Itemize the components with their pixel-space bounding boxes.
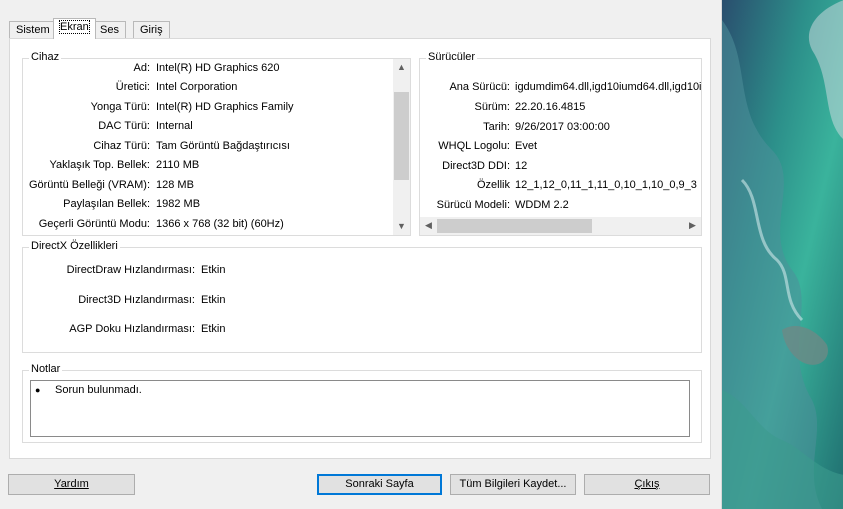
device-row-value: Internal <box>156 120 193 132</box>
tab-sistem[interactable]: Sistem <box>9 21 57 39</box>
driver-row-label: Sürücü Modeli: <box>436 199 510 211</box>
help-button-label: Yardım <box>54 478 89 490</box>
bullet-icon: ● <box>35 385 41 395</box>
tab-ekran[interactable]: Ekran <box>53 18 96 39</box>
driver-row-label: Özellik <box>476 179 510 191</box>
driver-row: Özellik 12_1,12_0,11_1,11_0,10_1,10_0,9_… <box>420 179 701 197</box>
device-row-label: DAC Türü: <box>98 120 150 132</box>
notes-group: Notlar ● Sorun bulunmadı. <box>22 363 702 443</box>
drivers-list[interactable]: Ana Sürücü: igdumdim64.dll,igd10iumd64.d… <box>420 59 701 218</box>
next-page-button-label: Sonraki Sayfa <box>345 478 414 490</box>
device-row: DAC Türü: Internal <box>23 120 393 138</box>
driver-row-label: WHQL Logolu: <box>438 140 510 152</box>
device-row-value: 128 MB <box>156 179 194 191</box>
driver-row: Direct3D DDI: 12 <box>420 160 701 178</box>
device-row: Üretici: Intel Corporation <box>23 81 393 99</box>
device-row-label: Ad: <box>133 62 150 74</box>
wallpaper-image <box>722 0 843 509</box>
device-row-label: Yonga Türü: <box>90 101 150 113</box>
device-list[interactable]: Ad: Intel(R) HD Graphics 620 Üretici: In… <box>23 59 393 235</box>
device-row-label: Üretici: <box>115 81 150 93</box>
driver-row-label: Sürüm: <box>474 101 510 113</box>
next-page-button[interactable]: Sonraki Sayfa <box>317 474 442 495</box>
directx-feature-label: Direct3D Hızlandırması: <box>78 294 195 306</box>
chevron-right-icon[interactable]: ▶ <box>684 217 701 234</box>
dxdiag-dialog: Sistem Ekran Ses Giriş Cihaz Ad: Intel(R… <box>0 0 721 509</box>
driver-row: Sürüm: 22.20.16.4815 <box>420 101 701 119</box>
device-row-label: Görüntü Belleği (VRAM): <box>28 179 150 191</box>
device-row-label: Geçerli Görüntü Modu: <box>38 218 150 230</box>
directx-feature-label: AGP Doku Hızlandırması: <box>69 323 195 335</box>
directx-feature-row: DirectDraw Hızlandırması: Etkin <box>23 264 703 282</box>
device-row-label: Cihaz Türü: <box>93 140 150 152</box>
directx-feature-value: Etkin <box>201 323 226 335</box>
driver-row: WHQL Logolu: Evet <box>420 140 701 158</box>
tab-giris[interactable]: Giriş <box>133 21 170 39</box>
directx-feature-row: Direct3D Hızlandırması: Etkin <box>23 294 703 312</box>
directx-feature-row: AGP Doku Hızlandırması: Etkin <box>23 323 703 341</box>
driver-row-value: 9/26/2017 03:00:00 <box>515 121 610 133</box>
exit-button[interactable]: Çıkış <box>584 474 710 495</box>
device-row-value: Tam Görüntü Bağdaştırıcısı <box>156 140 290 152</box>
help-button[interactable]: Yardım <box>8 474 135 495</box>
tab-giris-label: Giriş <box>140 24 163 36</box>
driver-row: Sürücü Modeli: WDDM 2.2 <box>420 199 701 217</box>
tab-sistem-label: Sistem <box>16 24 50 36</box>
device-vertical-scrollbar[interactable]: ▲ ▼ <box>393 59 410 235</box>
device-group: Cihaz Ad: Intel(R) HD Graphics 620 Üreti… <box>22 51 411 236</box>
device-row-label: Paylaşılan Bellek: <box>63 198 150 210</box>
exit-button-label: Çıkış <box>634 478 660 490</box>
driver-row-value: WDDM 2.2 <box>515 199 569 211</box>
desktop-wallpaper <box>721 0 843 509</box>
note-item: Sorun bulunmadı. <box>55 384 142 396</box>
device-row: Ad: Intel(R) HD Graphics 620 <box>23 62 393 80</box>
device-scroll-thumb[interactable] <box>394 92 409 180</box>
device-row-value: Intel Corporation <box>156 81 238 93</box>
directx-feature-label: DirectDraw Hızlandırması: <box>66 264 195 276</box>
device-row-value: 2110 MB <box>156 159 200 171</box>
device-row-value: 1366 x 768 (32 bit) (60Hz) <box>156 218 284 230</box>
directx-feature-value: Etkin <box>201 264 226 276</box>
device-row: Görüntü Belleği (VRAM): 128 MB <box>23 179 393 197</box>
driver-row: Ana Sürücü: igdumdim64.dll,igd10iumd64.d… <box>420 81 701 99</box>
notes-title: Notlar <box>29 363 63 375</box>
notes-box[interactable]: ● Sorun bulunmadı. <box>30 380 690 437</box>
directx-features-title: DirectX Özellikleri <box>29 240 120 252</box>
save-all-info-button-label: Tüm Bilgileri Kaydet... <box>459 478 567 490</box>
device-row: Cihaz Türü: Tam Görüntü Bağdaştırıcısı <box>23 140 393 158</box>
chevron-down-icon[interactable]: ▼ <box>393 218 410 235</box>
drivers-scroll-thumb[interactable] <box>437 219 592 233</box>
tab-ses[interactable]: Ses <box>93 21 126 39</box>
driver-row-value: 12_1,12_0,11_1,11_0,10_1,10_0,9_3 <box>515 179 697 191</box>
device-row: Geçerli Görüntü Modu: 1366 x 768 (32 bit… <box>23 218 393 235</box>
tab-page-ekran: Cihaz Ad: Intel(R) HD Graphics 620 Üreti… <box>9 38 711 459</box>
device-row-label: Yaklaşık Top. Bellek: <box>49 159 150 171</box>
chevron-up-icon[interactable]: ▲ <box>393 59 410 76</box>
driver-row-value: 12 <box>515 160 528 172</box>
driver-row-label: Direct3D DDI: <box>442 160 510 172</box>
directx-features-group: DirectX Özellikleri DirectDraw Hızlandır… <box>22 240 703 353</box>
tab-ekran-label: Ekran <box>59 20 90 34</box>
directx-feature-value: Etkin <box>201 294 226 306</box>
drivers-horizontal-scrollbar[interactable]: ◀ ▶ <box>420 217 701 235</box>
device-row-value: Intel(R) HD Graphics Family <box>156 101 294 113</box>
driver-row-value: 22.20.16.4815 <box>515 101 586 113</box>
driver-row-value: igdumdim64.dll,igd10iumd64.dll,igd10iu <box>515 81 701 93</box>
driver-row: Tarih: 9/26/2017 03:00:00 <box>420 121 701 139</box>
device-row-value: 1982 MB <box>156 198 201 210</box>
device-row: Yonga Türü: Intel(R) HD Graphics Family <box>23 101 393 119</box>
tab-ses-label: Ses <box>100 24 119 36</box>
driver-row-label: Ana Sürücü: <box>449 81 510 93</box>
drivers-group: Sürücüler Ana Sürücü: igdumdim64.dll,igd… <box>419 51 702 236</box>
driver-row-label: Tarih: <box>483 121 510 133</box>
device-row-value: Intel(R) HD Graphics 620 <box>156 62 280 74</box>
driver-row-value: Evet <box>515 140 538 152</box>
save-all-info-button[interactable]: Tüm Bilgileri Kaydet... <box>450 474 576 495</box>
chevron-left-icon[interactable]: ◀ <box>420 217 437 234</box>
device-row: Yaklaşık Top. Bellek: 2110 MB <box>23 159 393 177</box>
device-row: Paylaşılan Bellek: 1982 MB <box>23 198 393 216</box>
